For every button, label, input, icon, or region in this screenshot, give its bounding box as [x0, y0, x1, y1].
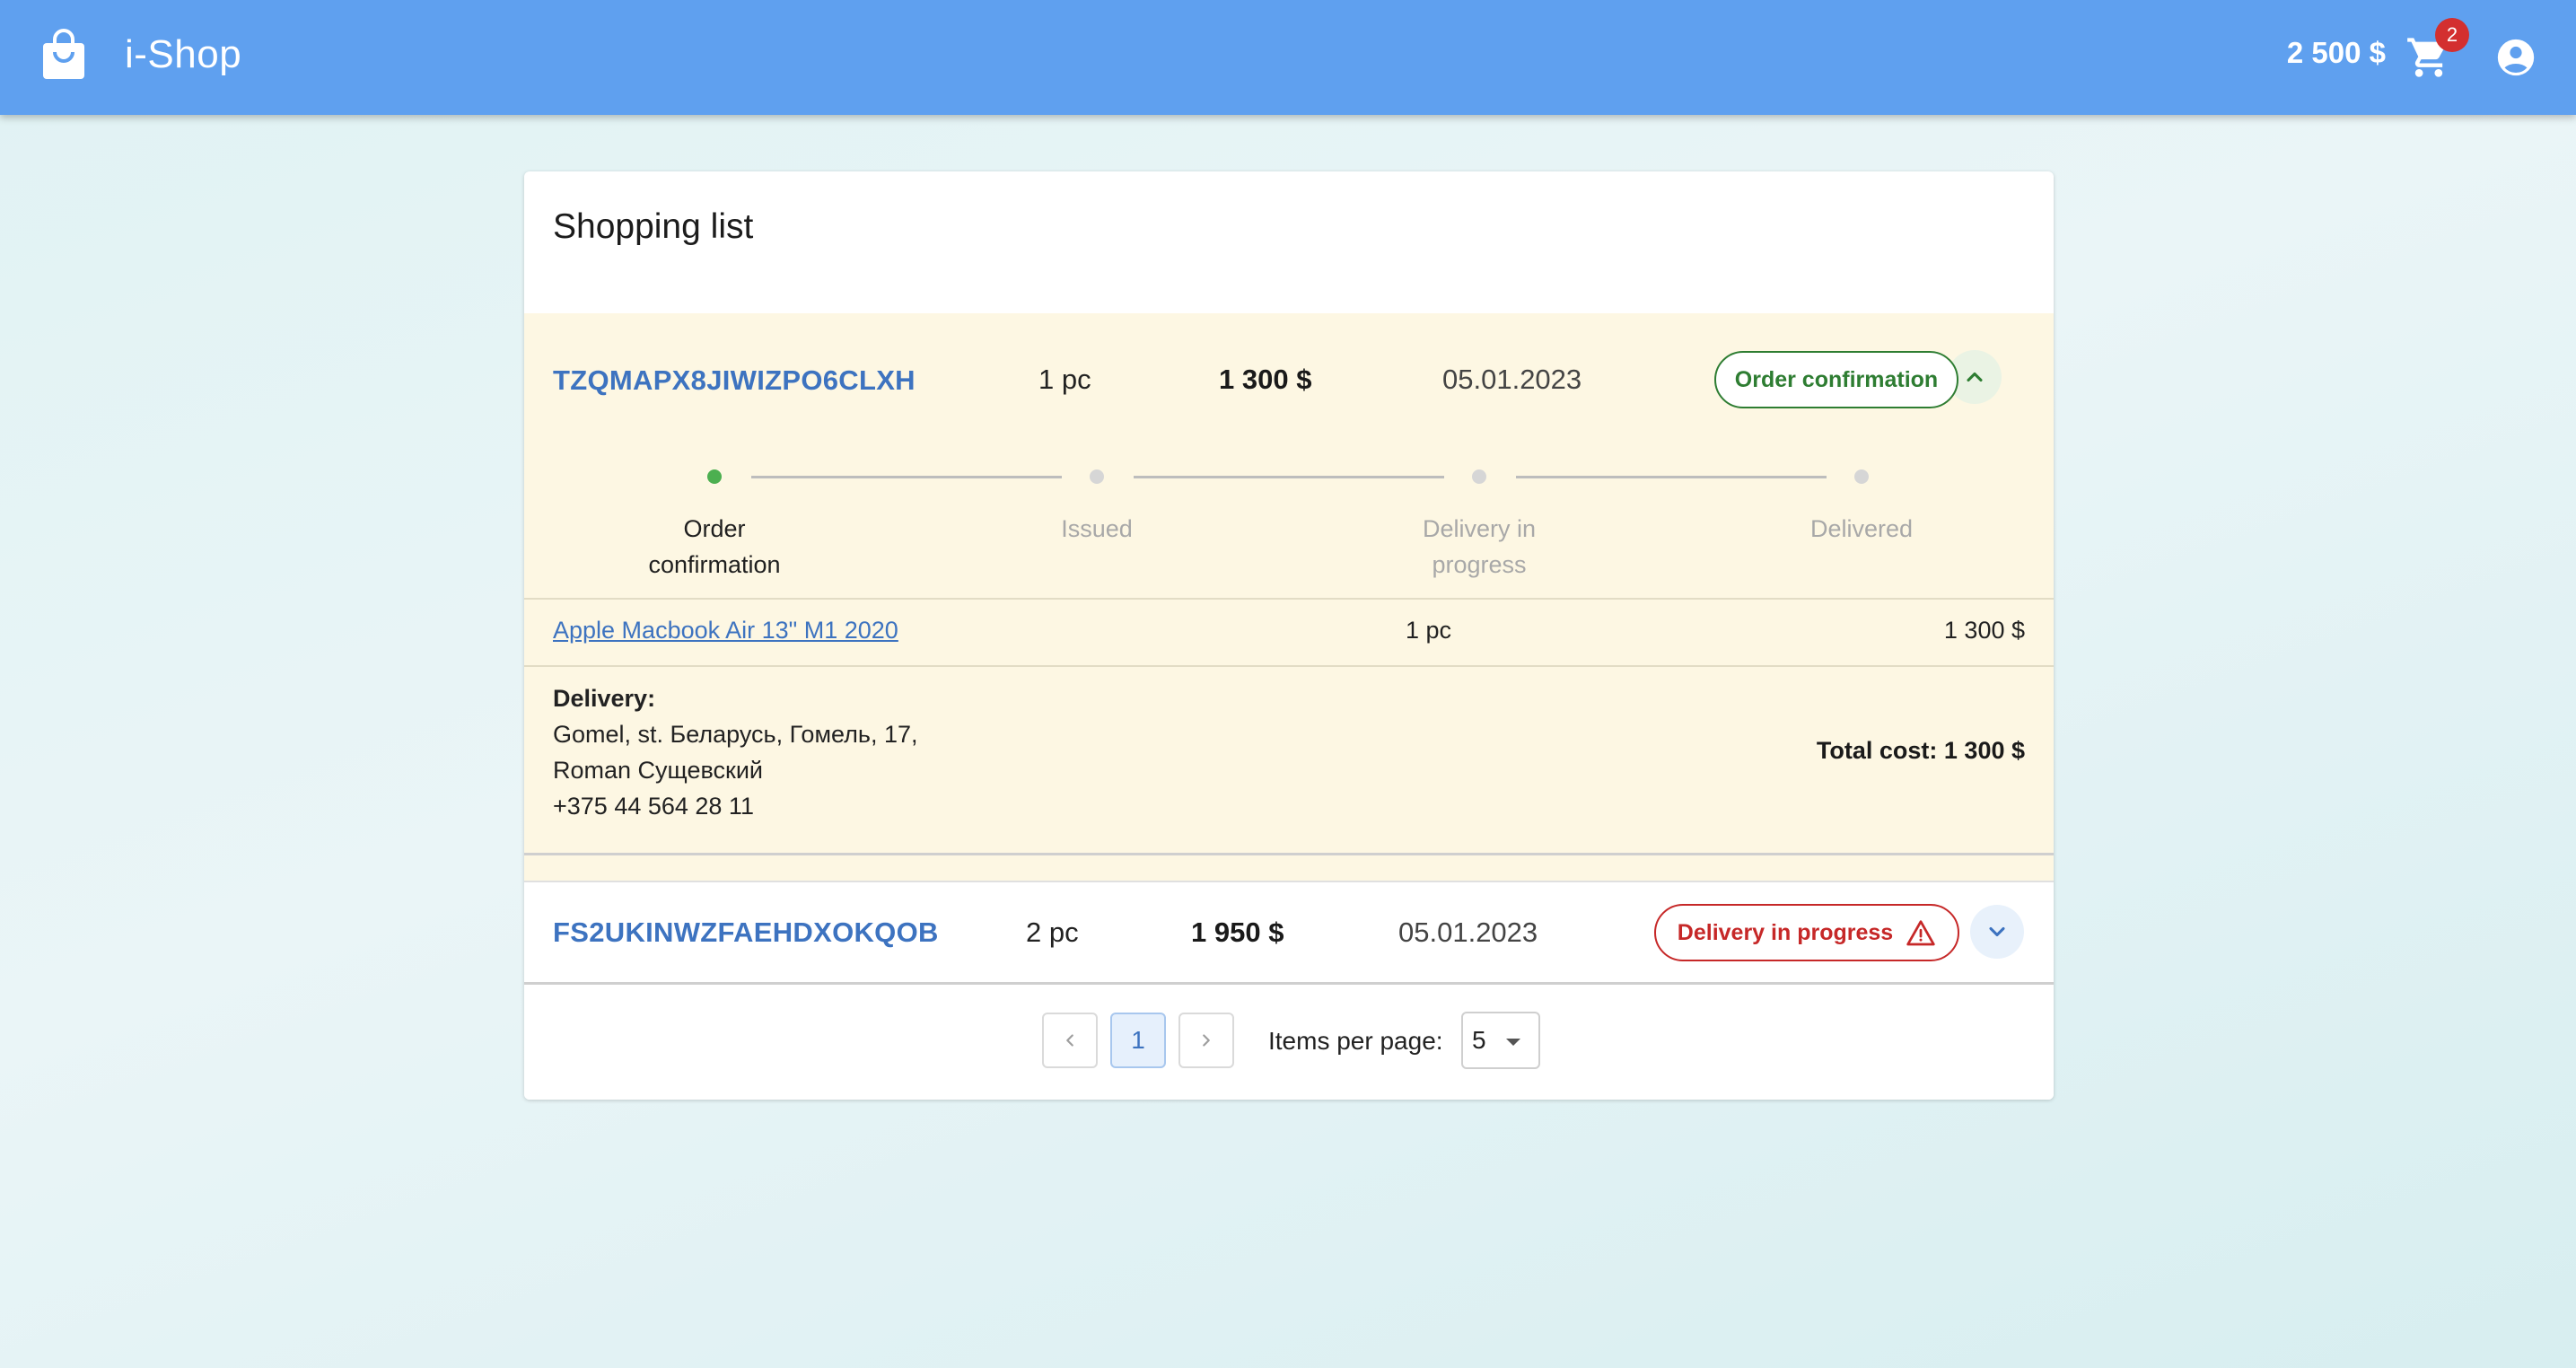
chevron-left-icon	[1066, 1034, 1073, 1047]
step-label-delivery-in-progress: Delivery in progress	[1422, 515, 1537, 578]
items-per-page-value: 5	[1472, 1026, 1486, 1054]
divider	[524, 598, 2054, 600]
order-separator	[524, 853, 2054, 855]
step-dot-issued	[1090, 469, 1104, 484]
shopping-bag-icon[interactable]	[41, 29, 86, 81]
step-label-issued: Issued	[1061, 515, 1133, 542]
app-title[interactable]: i-Shop	[125, 32, 241, 77]
app-bar: i-Shop 2 500 $ 2	[0, 0, 2576, 115]
order-status-chip: Order confirmation	[1714, 351, 1958, 408]
order-summary-row[interactable]: FS2UKINWZFAEHDXOKQOB 2 pc 1 950 $ 05.01.…	[524, 881, 2054, 982]
order-id[interactable]: FS2UKINWZFAEHDXOKQOB	[553, 916, 939, 949]
order-id[interactable]: TZQMAPX8JIWIZPO6CLXH	[553, 364, 916, 397]
step-dot-delivery-in-progress	[1472, 469, 1486, 484]
pagination-bar: 1 Items per page: 5	[524, 982, 2054, 1100]
order-status-chip: Delivery in progress	[1654, 904, 1959, 961]
previous-page-button[interactable]	[1042, 1013, 1098, 1068]
item-price: 1 300 $	[1943, 617, 2025, 644]
delivery-title: Delivery:	[553, 685, 656, 712]
chevron-up-icon	[1967, 372, 1983, 382]
step-label-delivered: Delivered	[1809, 515, 1914, 542]
item-quantity: 1 pc	[1406, 617, 1452, 644]
step-connector	[1516, 476, 1827, 478]
order-status-label: Order confirmation	[1734, 366, 1939, 392]
chevron-down-icon	[1989, 926, 2005, 937]
caret-down-icon	[1506, 1039, 1520, 1046]
order-total-cost: Total cost: 1 300 $	[1816, 737, 2025, 764]
delivery-address: Gomel, st. Беларусь, Гомель, 17,	[553, 721, 918, 748]
page-button-current[interactable]: 1	[1110, 1013, 1166, 1068]
order-date: 05.01.2023	[1442, 364, 1582, 395]
item-product-link[interactable]: Apple Macbook Air 13" M1 2020	[553, 617, 898, 645]
delivery-info: Delivery: Gomel, st. Беларусь, Гомель, 1…	[553, 680, 918, 824]
cart-count-badge: 2	[2435, 18, 2469, 52]
account-circle-icon[interactable]	[2496, 38, 2536, 77]
order-price: 1 950 $	[1191, 916, 1284, 948]
order-quantity: 1 pc	[1038, 364, 1091, 395]
order-price: 1 300 $	[1219, 364, 1312, 395]
step-connector	[1134, 476, 1444, 478]
items-per-page-label: Items per page:	[1268, 1027, 1443, 1055]
delivery-phone: +375 44 564 28 11	[553, 793, 754, 820]
items-per-page-select[interactable]: 5	[1461, 1012, 1540, 1069]
chevron-right-icon	[1203, 1034, 1210, 1047]
delivery-recipient: Roman Сущевский	[553, 757, 763, 784]
shopping-list-card: Shopping list TZQMAPX8JIWIZPO6CLXH 1 pc …	[524, 171, 2054, 1100]
next-page-button[interactable]	[1178, 1013, 1234, 1068]
warning-icon	[1906, 920, 1935, 946]
order-quantity: 2 pc	[1026, 916, 1079, 948]
step-dot-order-confirmation	[707, 469, 722, 484]
order-status-label: Delivery in progress	[1677, 919, 1894, 945]
expand-button[interactable]	[1970, 905, 2024, 959]
step-label-order-confirmation: Order confirmation	[648, 515, 781, 578]
order-date: 05.01.2023	[1398, 916, 1538, 948]
balance-amount: 2 500 $	[2286, 36, 2386, 69]
divider	[524, 665, 2054, 667]
step-connector	[751, 476, 1062, 478]
page-title: Shopping list	[553, 207, 754, 246]
step-dot-delivered	[1854, 469, 1869, 484]
